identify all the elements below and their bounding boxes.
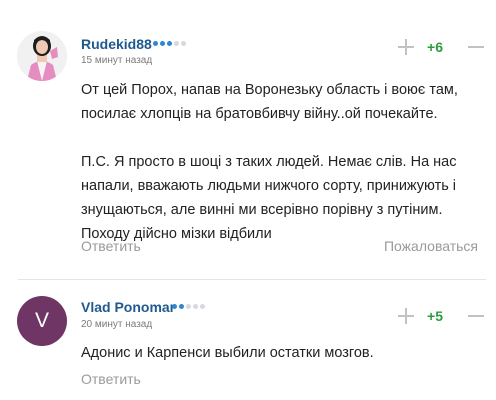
- report-link[interactable]: Пожаловаться: [384, 238, 478, 254]
- comment-paragraph: От цей Порох, напав на Воронезьку област…: [81, 82, 458, 122]
- user-avatar[interactable]: V: [17, 296, 67, 346]
- comment-timestamp: 15 минут назад: [81, 55, 153, 66]
- comment-author[interactable]: Vlad Ponomar: [81, 299, 175, 315]
- rating-dot: [153, 41, 158, 46]
- reply-link[interactable]: Ответить: [81, 238, 141, 254]
- vote-widget: +6: [395, 36, 487, 58]
- rating-dot: [193, 304, 198, 309]
- rating-dot: [167, 41, 172, 46]
- comment-text: Адонис и Карпенси выбили остатки мозгов.: [81, 341, 481, 365]
- comment-item: Rudekid88 15 минут назад +6 От цей Порох…: [0, 0, 496, 272]
- comment-item: V Vlad Ponomar 20 минут назад +5 Адонис …: [0, 283, 496, 400]
- user-rating: [172, 304, 205, 309]
- comment-divider: [18, 279, 486, 280]
- avatar-photo-icon: [17, 31, 67, 81]
- user-rating: [153, 41, 186, 46]
- rating-dot: [172, 304, 177, 309]
- rating-dot: [179, 304, 184, 309]
- reply-link[interactable]: Ответить: [81, 371, 141, 387]
- rating-dot: [174, 41, 179, 46]
- upvote-plus-icon[interactable]: [395, 36, 417, 58]
- rating-dot: [200, 304, 205, 309]
- downvote-minus-icon[interactable]: [465, 36, 487, 58]
- rating-dot: [181, 41, 186, 46]
- comment-timestamp: 20 минут назад: [81, 319, 153, 330]
- user-avatar[interactable]: [17, 31, 67, 81]
- rating-dot: [186, 304, 191, 309]
- comment-text: От цей Порох, напав на Воронезьку област…: [81, 78, 481, 246]
- avatar-letter: V: [34, 309, 49, 332]
- vote-score: +6: [427, 39, 443, 55]
- downvote-minus-icon[interactable]: [465, 305, 487, 327]
- comment-paragraph: П.С. Я просто в шоці з таких людей. Нема…: [81, 154, 457, 242]
- rating-dot: [160, 41, 165, 46]
- vote-score: +5: [427, 308, 443, 324]
- comment-paragraph: Адонис и Карпенси выбили остатки мозгов.: [81, 345, 374, 361]
- vote-widget: +5: [395, 305, 487, 327]
- upvote-plus-icon[interactable]: [395, 305, 417, 327]
- comment-author[interactable]: Rudekid88: [81, 36, 152, 52]
